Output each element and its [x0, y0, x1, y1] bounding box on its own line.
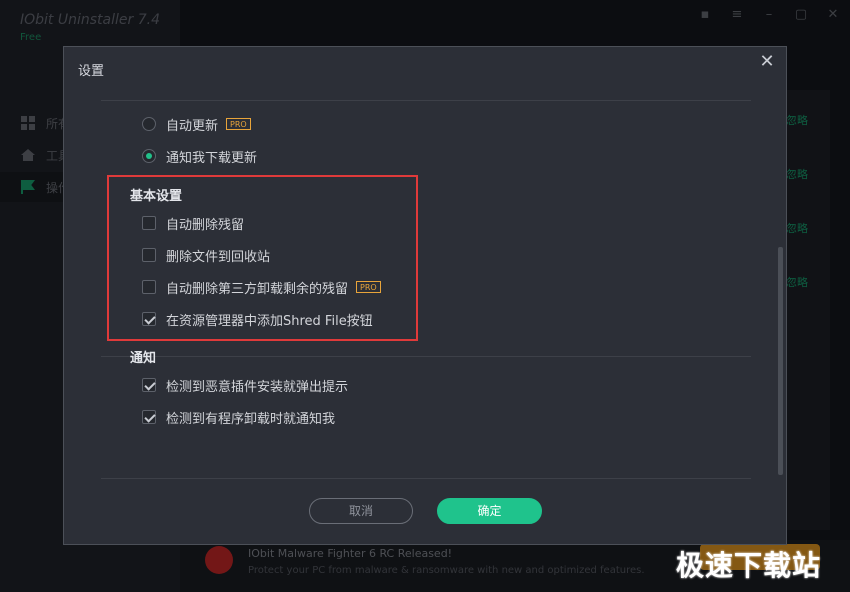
checkbox[interactable]	[142, 280, 156, 294]
notify-download-radio[interactable]	[142, 149, 156, 163]
option-label: 删除文件到回收站	[166, 249, 271, 265]
checkbox[interactable]	[142, 378, 156, 392]
recycle-bin-option[interactable]: 删除文件到回收站	[142, 245, 270, 265]
cancel-button[interactable]: 取消	[309, 498, 413, 524]
auto-update-option[interactable]: 自动更新 PRO	[142, 114, 251, 134]
notify-download-label: 通知我下载更新	[166, 150, 258, 166]
scrollbar[interactable]	[778, 247, 783, 475]
auto-delete-leftovers-option[interactable]: 自动删除残留	[142, 213, 244, 233]
ok-button[interactable]: 确定	[437, 498, 542, 524]
option-label: 检测到恶意插件安装就弹出提示	[166, 379, 349, 395]
watermark: 极速下载站	[676, 549, 822, 582]
shred-file-option[interactable]: 在资源管理器中添加Shred File按钮	[142, 309, 373, 329]
option-label: 检测到有程序卸载时就通知我	[166, 411, 336, 427]
third-party-leftovers-option[interactable]: 自动删除第三方卸载剩余的残留 PRO	[142, 277, 381, 297]
divider	[101, 100, 751, 101]
notify-download-option[interactable]: 通知我下载更新	[142, 146, 257, 166]
option-label: 自动删除第三方卸载剩余的残留	[166, 281, 349, 297]
pro-badge: PRO	[226, 118, 251, 130]
auto-update-radio[interactable]	[142, 117, 156, 131]
checkbox[interactable]	[142, 410, 156, 424]
divider	[101, 356, 751, 357]
checkbox[interactable]	[142, 216, 156, 230]
checkbox[interactable]	[142, 248, 156, 262]
close-icon[interactable]: ✕	[758, 53, 776, 71]
uninstall-notify-option[interactable]: 检测到有程序卸载时就通知我	[142, 407, 335, 427]
auto-update-label: 自动更新	[166, 118, 219, 134]
dialog-title: 设置	[78, 64, 105, 79]
option-label: 自动删除残留	[166, 217, 245, 233]
pro-badge: PRO	[356, 281, 381, 293]
checkbox[interactable]	[142, 312, 156, 326]
basic-settings-title: 基本设置	[130, 189, 183, 204]
notify-section-title: 通知	[130, 351, 157, 366]
settings-dialog: 设置 ✕ 自动更新 PRO 通知我下载更新 基本设置 自动删除残留 删除文件到回…	[63, 46, 787, 545]
divider	[101, 478, 751, 479]
malicious-plugin-option[interactable]: 检测到恶意插件安装就弹出提示	[142, 375, 348, 395]
option-label: 在资源管理器中添加Shred File按钮	[166, 313, 373, 329]
